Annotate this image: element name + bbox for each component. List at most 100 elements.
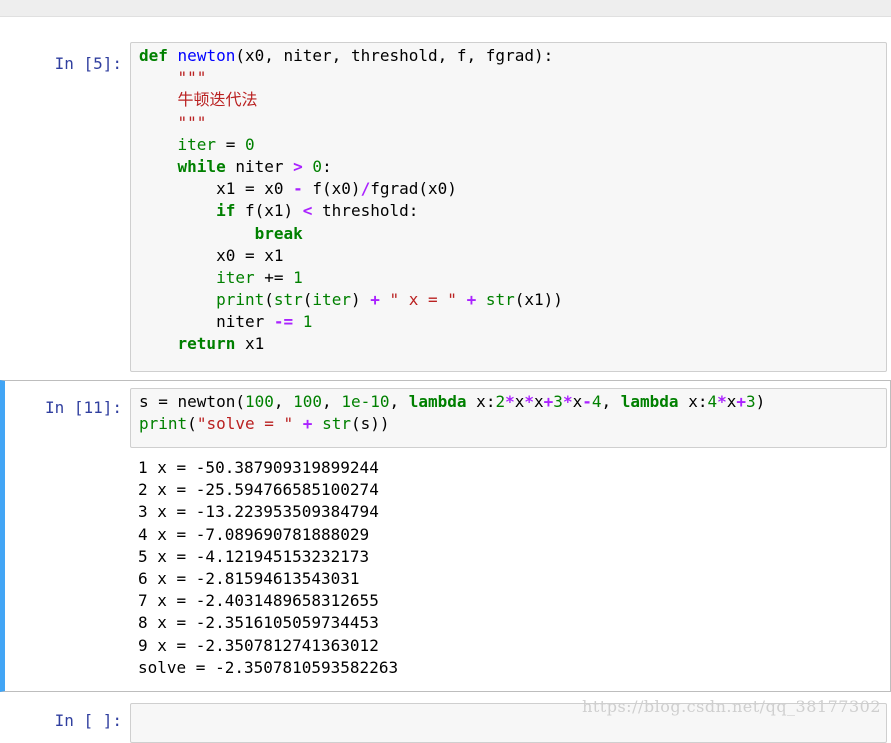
code-line: iter += 1 [139,267,878,289]
code-token: * [717,392,727,411]
code-token: ( [302,290,313,310]
code-token: 1 [293,267,303,287]
code-token: threshold: [312,201,419,221]
code-editor[interactable]: s = newton(100, 100, 1e-10, lambda x:2*x… [130,388,887,448]
code-line: if f(x1) < threshold: [139,200,878,222]
code-token: def [139,46,168,65]
output-line: solve = -2.3507810593582263 [138,657,399,677]
code-line: return x1 [139,333,878,355]
code-token: 0 [312,156,323,176]
code-token: , [601,392,621,411]
input-prompt: In [5]: [54,54,122,73]
code-token: lambda [620,392,679,411]
code-token: : [322,156,332,176]
code-token: str [273,290,303,310]
code-token: s = newton( [139,392,245,411]
output-line: 5 x = -4.121945153232173 [138,546,370,566]
code-token: 4 [591,392,602,411]
code-token: while [177,156,226,176]
code-token: x [534,392,544,411]
code-token: 1e-10 [341,392,390,411]
code-token: niter [139,312,274,332]
code-token: (s)) [350,414,390,434]
code-token: "solve = " [196,414,294,434]
code-token: + [370,290,380,310]
code-line: x1 = x0 - f(x0)/fgrad(x0) [139,178,878,200]
code-token: * [524,392,535,411]
output-line: 6 x = -2.81594613543031 [138,568,360,588]
code-token: ( [187,414,197,434]
code-token: 3 [746,392,756,411]
code-token: f(x0) [302,179,361,199]
code-line: 牛顿迭代法 [139,89,878,111]
code-token: return [177,334,236,354]
code-token: = [216,134,245,154]
code-token: x0 = x1 [139,245,284,265]
code-token: + [466,290,477,310]
code-line: niter -= 1 [139,311,878,333]
code-token: print [139,414,188,434]
output-line: 9 x = -2.3507812741363012 [138,635,379,655]
code-token: 4 [707,392,718,411]
watermark-text: https://blog.csdn.net/qq_38177302 [582,697,881,716]
output-line: 1 x = -50.387909319899244 [138,458,379,477]
code-line: print("solve = " + str(s)) [139,413,878,435]
code-token: / [360,179,371,199]
code-token: (x0, niter, threshold, f, fgrad): [235,46,554,65]
code-token: 0 [244,134,255,154]
code-token: < [302,201,313,221]
code-token: 2 [495,392,506,411]
code-token: , [389,392,409,411]
code-token: x [514,392,525,411]
code-token: 100 [293,392,323,411]
code-line: x0 = x1 [139,245,878,267]
code-token: x: [466,392,496,411]
input-prompt: In [11]: [44,398,122,417]
code-line: iter = 0 [139,134,878,156]
code-token: (x1)) [514,290,563,310]
code-token: lambda [408,392,467,411]
code-token: + [736,392,747,411]
code-line: while niter > 0: [139,156,878,178]
code-token: x1 [235,334,265,354]
code-line: s = newton(100, 100, 1e-10, lambda x:2*x… [139,391,878,413]
code-token: 1 [302,312,313,332]
code-token: x1 = x0 [139,179,294,199]
notebook-toolbar-strip [0,0,891,17]
code-token: + [302,414,313,434]
code-token: ) [755,392,766,411]
code-token: niter [225,156,294,176]
input-prompt: In [ ]: [54,711,122,730]
code-token: str [322,414,351,434]
output-line: 7 x = -2.4031489658312655 [138,591,379,611]
code-token: " x = " [389,290,457,310]
code-token: 100 [244,392,274,411]
code-line: print(str(iter) + " x = " + str(x1)) [139,289,878,311]
code-token: if [216,201,236,221]
code-token: f(x1) [235,201,303,221]
code-token: x: [678,392,708,411]
code-editor[interactable]: def newton(x0, niter, threshold, f, fgra… [130,42,887,372]
code-token: ) [350,290,371,310]
code-line: break [139,223,878,245]
code-token: + [543,392,554,411]
output-line: 3 x = -13.223953509384794 [138,502,379,522]
code-token: 3 [553,392,563,411]
code-token: x [572,392,583,411]
code-line: """ [139,112,878,134]
code-token: -= [273,312,294,332]
code-line: """ [139,67,878,89]
cell-output: 1 x = -50.387909319899244 2 x = -25.59476… [138,457,398,679]
